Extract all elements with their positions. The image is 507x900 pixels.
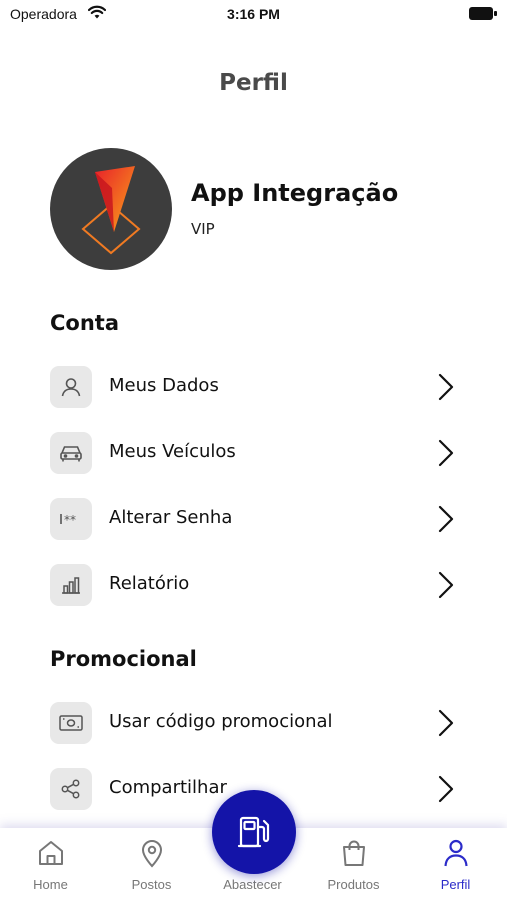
- person-icon: [443, 839, 468, 867]
- menu-item-label: Compartilhar: [109, 777, 227, 798]
- menu-item-change-password[interactable]: ** Alterar Senha: [50, 497, 460, 541]
- tab-label: Home: [33, 877, 68, 892]
- password-icon: **: [50, 498, 92, 540]
- tab-label: Produtos: [327, 877, 380, 892]
- profile-level: VIP: [191, 220, 215, 238]
- tab-produtos[interactable]: Produtos: [303, 828, 404, 900]
- menu-item-label: Relatório: [109, 573, 190, 594]
- menu-item-my-data[interactable]: Meus Dados: [50, 365, 460, 409]
- tab-label: Perfil: [440, 877, 471, 892]
- page-title: Perfil: [219, 70, 288, 96]
- tab-home[interactable]: Home: [0, 828, 101, 900]
- ticket-icon: [50, 702, 92, 744]
- section-title-promo: Promocional: [50, 647, 197, 671]
- menu-item-promo-code[interactable]: Usar código promocional: [50, 701, 460, 745]
- menu-item-label: Alterar Senha: [109, 507, 233, 528]
- battery-icon: [469, 7, 497, 20]
- menu-item-report[interactable]: Relatório: [50, 563, 460, 607]
- chevron-right-icon: [438, 439, 454, 467]
- tab-perfil[interactable]: Perfil: [405, 828, 506, 900]
- fuel-fab-button[interactable]: [212, 790, 296, 874]
- brand-logo-icon: [81, 166, 141, 255]
- car-icon: [50, 432, 92, 474]
- profile-name: App Integração: [191, 179, 399, 207]
- tab-label: Abastecer: [223, 877, 282, 892]
- avatar[interactable]: [50, 148, 172, 270]
- chevron-right-icon: [438, 505, 454, 533]
- shopping-bag-icon: [342, 840, 365, 866]
- menu-item-my-vehicles[interactable]: Meus Veículos: [50, 431, 460, 475]
- share-icon: [50, 768, 92, 810]
- chevron-right-icon: [438, 571, 454, 599]
- user-icon: [50, 366, 92, 408]
- status-time: 3:16 PM: [227, 6, 280, 22]
- tab-label: Postos: [131, 877, 172, 892]
- menu-item-label: Meus Veículos: [109, 441, 236, 462]
- status-bar: Operadora 3:16 PM: [0, 0, 507, 30]
- menu-item-label: Usar código promocional: [109, 711, 333, 732]
- svg-text:**: **: [64, 513, 76, 527]
- chart-icon: [50, 564, 92, 606]
- chevron-right-icon: [438, 775, 454, 803]
- home-icon: [38, 841, 63, 865]
- map-pin-icon: [141, 840, 162, 868]
- menu-item-label: Meus Dados: [109, 375, 219, 396]
- section-title-account: Conta: [50, 311, 119, 335]
- chevron-right-icon: [438, 373, 454, 401]
- fuel-pump-icon: [237, 816, 270, 848]
- chevron-right-icon: [438, 709, 454, 737]
- tab-postos[interactable]: Postos: [101, 828, 202, 900]
